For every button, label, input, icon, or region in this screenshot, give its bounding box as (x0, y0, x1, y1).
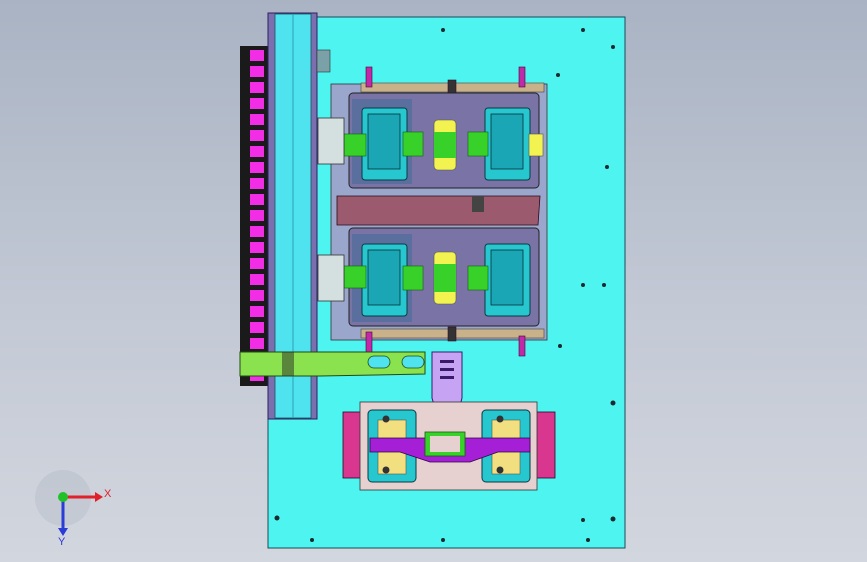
chain-link (250, 98, 264, 109)
chain-link (250, 322, 264, 333)
chain-link (250, 82, 264, 93)
chain-link (250, 290, 264, 301)
chain-link (250, 130, 264, 141)
middle-divider (336, 195, 541, 226)
chain-link (250, 338, 264, 349)
drag-chain-icon[interactable] (240, 46, 269, 386)
upper-fixture-module[interactable] (317, 92, 544, 189)
chain-link (250, 242, 264, 253)
chain-link (250, 178, 264, 189)
chain-link (250, 146, 264, 157)
transfer-arm[interactable] (239, 351, 426, 377)
chain-link (250, 274, 264, 285)
chain-link (250, 306, 264, 317)
chain-link (250, 194, 264, 205)
coordinate-triad-icon (35, 470, 103, 536)
gripper-fixture-icon[interactable] (342, 401, 556, 491)
chain-link (250, 50, 264, 61)
cad-viewport[interactable]: X Y (0, 0, 867, 562)
chain-link (250, 162, 264, 173)
chain-link (250, 66, 264, 77)
chain-link (250, 114, 264, 125)
x-axis-label: X (104, 488, 112, 500)
chain-link (250, 226, 264, 237)
chain-link (250, 258, 264, 269)
lower-fixture-module[interactable] (317, 227, 540, 327)
y-axis-label: Y (58, 536, 66, 548)
chain-link (250, 210, 264, 221)
